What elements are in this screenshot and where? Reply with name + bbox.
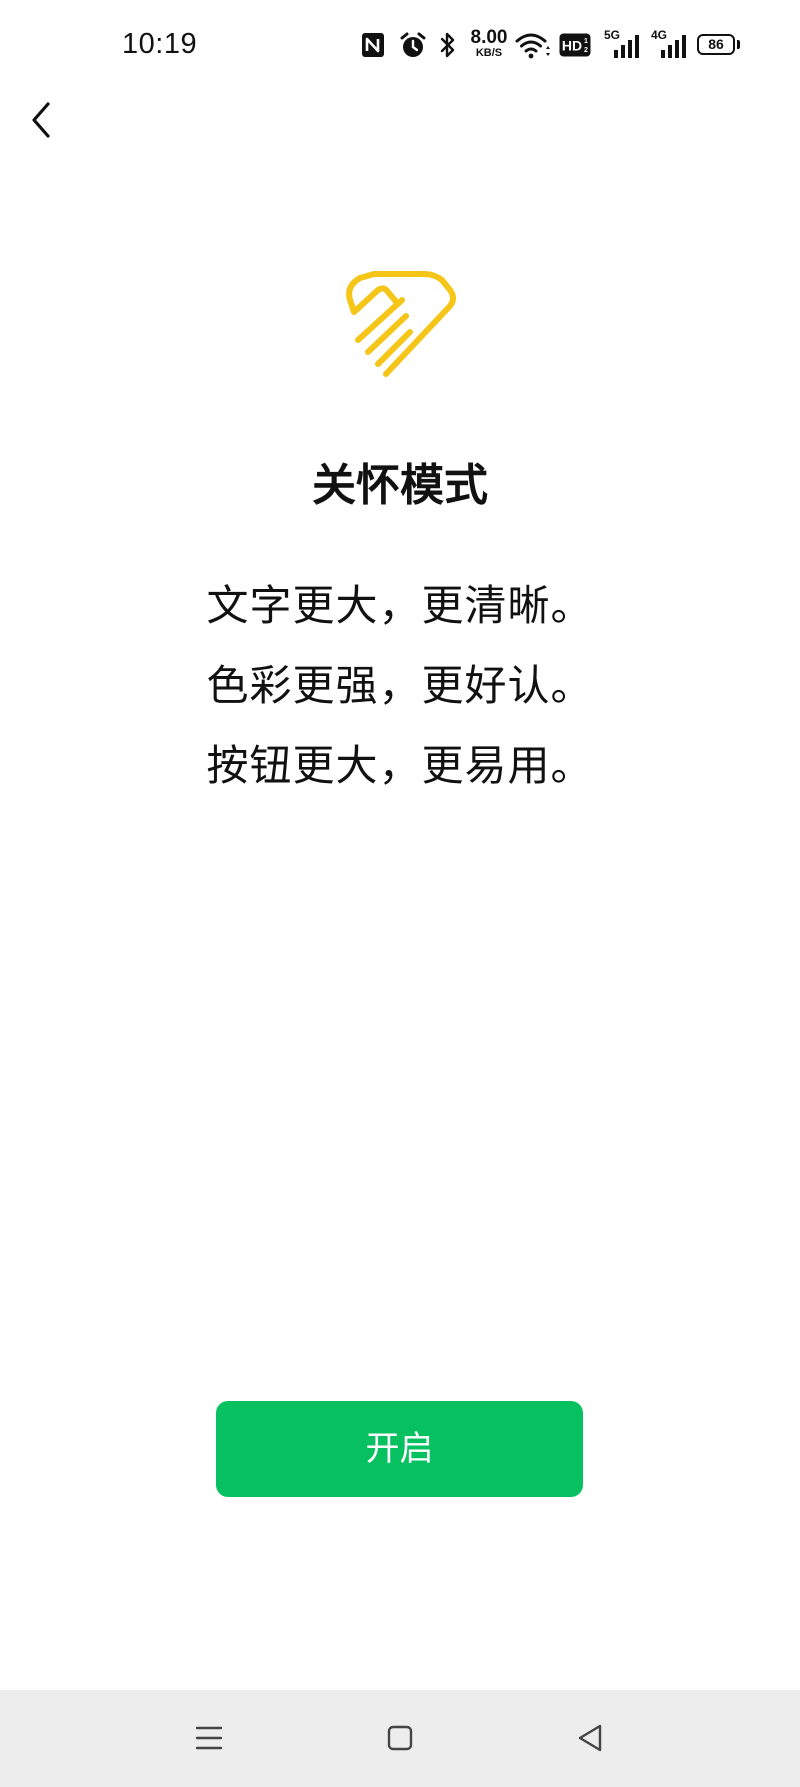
alarm-icon xyxy=(400,32,426,57)
system-nav-bar xyxy=(0,1690,800,1787)
menu-icon xyxy=(195,1726,223,1750)
nav-back-button[interactable] xyxy=(571,1718,611,1758)
back-button[interactable] xyxy=(22,96,62,144)
status-icons: 8.00 KB/S HD 1 2 5G 4G 86 xyxy=(357,26,747,66)
feature-list: 文字更大，更清晰。 色彩更强，更好认。 按钮更大，更易用。 xyxy=(0,566,800,806)
battery-tip xyxy=(737,40,740,49)
svg-text:2: 2 xyxy=(584,47,588,54)
feature-line-text-size: 文字更大，更清晰。 xyxy=(206,581,594,630)
enable-button[interactable]: 开启 xyxy=(216,1401,583,1497)
svg-text:1: 1 xyxy=(584,38,588,45)
network-speed: 8.00 KB/S xyxy=(467,28,511,59)
network-speed-value: 8.00 xyxy=(470,27,508,48)
back-triangle-icon xyxy=(578,1724,602,1752)
chevron-left-icon xyxy=(32,102,50,138)
battery-icon: 86 xyxy=(697,34,735,55)
status-bar: 10:19 8.00 KB/S HD 1 2 5G 4G 86 xyxy=(0,0,800,92)
network-speed-unit: KB/S xyxy=(475,47,503,59)
home-square-icon xyxy=(387,1725,413,1751)
bluetooth-icon xyxy=(440,32,455,58)
page-title: 关怀模式 xyxy=(312,460,488,511)
wifi-icon xyxy=(515,33,550,59)
feature-line-buttons: 按钮更大，更易用。 xyxy=(206,741,594,790)
nav-menu-button[interactable] xyxy=(189,1718,229,1758)
signal-4g-icon: 4G xyxy=(651,28,689,62)
hd-voice-icon: HD 1 2 xyxy=(559,33,591,57)
feature-line-color: 色彩更强，更好认。 xyxy=(206,661,594,710)
nav-home-button[interactable] xyxy=(380,1718,420,1758)
status-time: 10:19 xyxy=(122,28,198,60)
care-heart-hand-icon xyxy=(346,271,456,377)
signal-5g-icon: 5G xyxy=(604,28,642,62)
nfc-icon xyxy=(362,33,384,57)
hd-badge-label: HD xyxy=(562,38,582,54)
